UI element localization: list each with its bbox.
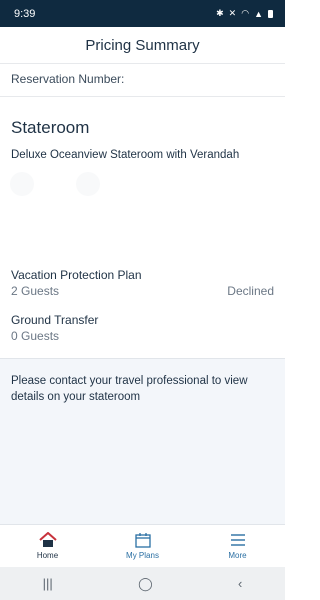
info-message: Please contact your travel professional … <box>11 375 248 403</box>
home-icon <box>38 532 57 547</box>
info-panel: Please contact your travel professional … <box>0 358 285 524</box>
page-title: Pricing Summary <box>85 36 200 54</box>
protection-plan-status: Declined <box>227 284 274 298</box>
recent-apps-icon[interactable]: ||| <box>43 576 53 591</box>
signal-icon: ▲ <box>254 8 263 19</box>
tab-more[interactable]: More <box>190 525 285 567</box>
wifi-icon: ◠ <box>241 8 250 18</box>
ground-transfer-title: Ground Transfer <box>11 313 99 327</box>
reservation-number-label: Reservation Number: <box>11 72 125 86</box>
back-icon[interactable]: ‹ <box>238 576 242 591</box>
placeholder-image <box>76 172 100 196</box>
status-time: 9:39 <box>14 7 36 20</box>
protection-plan-guests: 2 Guests <box>11 284 60 298</box>
tab-more-label: More <box>228 551 247 560</box>
menu-icon <box>230 534 245 546</box>
tab-home[interactable]: Home <box>0 525 95 567</box>
mute-icon: ✕ <box>228 8 237 18</box>
status-bar: 9:39 ✱ ✕ ◠ ▲ <box>0 0 285 27</box>
ground-transfer-guests: 0 Guests <box>11 329 60 343</box>
battery-icon <box>268 9 273 18</box>
home-button-icon[interactable]: ◯ <box>138 576 153 592</box>
stateroom-description: Deluxe Oceanview Stateroom with Verandah <box>11 149 240 161</box>
tab-home-label: Home <box>36 551 59 560</box>
page-header: Pricing Summary <box>0 27 285 64</box>
protection-plan-section: Vacation Protection Plan 2 Guests Declin… <box>11 268 274 298</box>
system-navigation-bar: ||| ◯ ‹ <box>0 567 285 600</box>
bluetooth-icon: ✱ <box>216 8 224 18</box>
ground-transfer-section: Ground Transfer 0 Guests <box>11 313 274 343</box>
status-icons: ✱ ✕ ◠ ▲ <box>216 8 273 19</box>
tab-my-plans[interactable]: My Plans <box>95 525 190 567</box>
stateroom-heading: Stateroom <box>11 118 90 137</box>
tab-bar: Home My Plans More <box>0 524 285 567</box>
protection-plan-title: Vacation Protection Plan <box>11 268 142 282</box>
reservation-number-row: Reservation Number: <box>0 64 285 97</box>
calendar-icon <box>134 533 151 548</box>
placeholder-image <box>10 172 34 196</box>
tab-my-plans-label: My Plans <box>126 551 159 560</box>
